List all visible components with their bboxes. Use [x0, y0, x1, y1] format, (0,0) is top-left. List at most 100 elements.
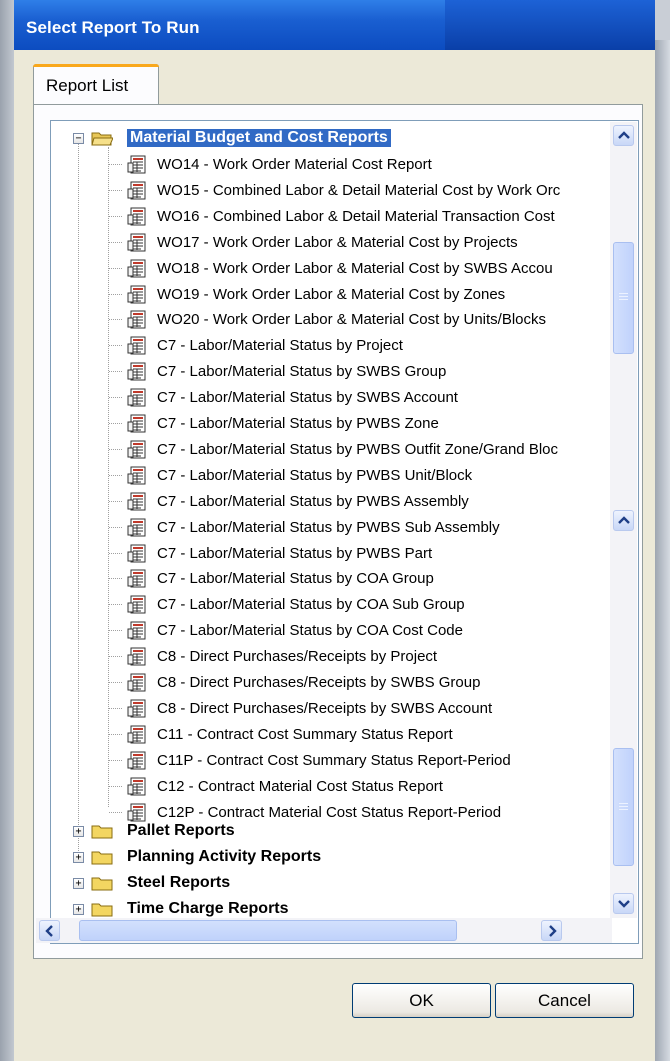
report-icon: [127, 440, 146, 459]
tree-item-report[interactable]: C7 - Labor/Material Status by PWBS Outfi…: [51, 437, 611, 462]
tree-item-report[interactable]: C12 - Contract Material Cost Status Repo…: [51, 774, 611, 799]
tree-connector: [109, 242, 122, 243]
report-icon: [127, 466, 146, 485]
scroll-up-button-lower[interactable]: [613, 510, 634, 531]
tree-item-report[interactable]: C7 - Labor/Material Status by PWBS Assem…: [51, 489, 611, 514]
tree-connector: [109, 786, 122, 787]
backdrop-right: [655, 40, 670, 1061]
expand-toggle[interactable]: +: [73, 852, 84, 863]
tree-item-label: C7 - Labor/Material Status by PWBS Sub A…: [157, 519, 500, 536]
tree-connector: [109, 578, 122, 579]
tree-item-label: WO14 - Work Order Material Cost Report: [157, 156, 432, 173]
backdrop-left: [0, 0, 14, 1061]
report-tree[interactable]: − Material Budget and Cost Reports WO14 …: [50, 120, 639, 944]
folder-icon: [91, 877, 113, 891]
tree-item-report[interactable]: C7 - Labor/Material Status by COA Group: [51, 566, 611, 591]
tab-report-list[interactable]: Report List: [33, 64, 159, 105]
tree-connector: [109, 604, 122, 605]
report-icon: [127, 725, 146, 744]
tree-item-label: C7 - Labor/Material Status by PWBS Unit/…: [157, 467, 473, 484]
tree-item-report[interactable]: WO20 - Work Order Labor & Material Cost …: [51, 307, 611, 332]
report-icon: [127, 310, 146, 329]
tree-item-label: WO15 - Combined Labor & Detail Material …: [157, 182, 561, 199]
cancel-button[interactable]: Cancel: [495, 983, 634, 1018]
tree-item-label: WO18 - Work Order Labor & Material Cost …: [157, 260, 553, 277]
tree-item-report[interactable]: C7 - Labor/Material Status by PWBS Unit/…: [51, 463, 611, 488]
tree-item-report[interactable]: WO19 - Work Order Labor & Material Cost …: [51, 282, 611, 307]
title-bar-shade: [445, 0, 655, 50]
report-icon: [127, 414, 146, 433]
tree-item-report[interactable]: C11 - Contract Cost Summary Status Repor…: [51, 722, 611, 747]
tree-item-report[interactable]: C7 - Labor/Material Status by PWBS Sub A…: [51, 515, 611, 540]
tree-item-report[interactable]: C7 - Labor/Material Status by COA Cost C…: [51, 618, 611, 643]
tree-item-report[interactable]: C7 - Labor/Material Status by Project: [51, 333, 611, 358]
tree-connector: [109, 216, 122, 217]
tree-item-report[interactable]: C8 - Direct Purchases/Receipts by SWBS G…: [51, 670, 611, 695]
tree-folder[interactable]: + Steel Reports: [51, 871, 611, 896]
tree-item-report[interactable]: C8 - Direct Purchases/Receipts by SWBS A…: [51, 696, 611, 721]
tree-item-report[interactable]: WO15 - Combined Labor & Detail Material …: [51, 178, 611, 203]
tree-connector: [109, 190, 122, 191]
scroll-down-button[interactable]: [613, 893, 634, 914]
vertical-scroll-thumb-upper[interactable]: [613, 242, 634, 354]
tree-connector: [109, 760, 122, 761]
tree-connector: [109, 501, 122, 502]
report-icon: [127, 181, 146, 200]
ok-button[interactable]: OK: [352, 983, 491, 1018]
chevron-up-icon: [618, 131, 630, 139]
tree-connector: [109, 656, 122, 657]
expand-toggle[interactable]: +: [73, 904, 84, 915]
tree-connector: [109, 423, 122, 424]
tree-item-label: WO16 - Combined Labor & Detail Material …: [157, 208, 555, 225]
horizontal-scroll-thumb[interactable]: [79, 920, 457, 941]
collapse-toggle[interactable]: −: [73, 133, 84, 144]
tree-folder[interactable]: + Planning Activity Reports: [51, 845, 611, 870]
report-icon: [127, 699, 146, 718]
tree-connector: [109, 164, 122, 165]
tree-folder-label: Planning Activity Reports: [127, 848, 322, 865]
tree-item-report[interactable]: WO16 - Combined Labor & Detail Material …: [51, 204, 611, 229]
horizontal-scrollbar[interactable]: [36, 918, 612, 943]
tree-folder-material-budget[interactable]: − Material Budget and Cost Reports: [51, 126, 611, 151]
tree-item-label: C7 - Labor/Material Status by PWBS Zone: [157, 415, 439, 432]
tree-item-label: C7 - Labor/Material Status by COA Cost C…: [157, 622, 463, 639]
expand-toggle[interactable]: +: [73, 878, 84, 889]
expand-toggle[interactable]: +: [73, 826, 84, 837]
tree-item-report[interactable]: WO14 - Work Order Material Cost Report: [51, 152, 611, 177]
tree-folder[interactable]: + Pallet Reports: [51, 819, 611, 844]
tree-folder-label: Material Budget and Cost Reports: [127, 129, 391, 147]
tree-item-report[interactable]: C7 - Labor/Material Status by SWBS Group: [51, 359, 611, 384]
scroll-right-button[interactable]: [541, 920, 562, 941]
report-icon: [127, 362, 146, 381]
tree-connector: [109, 294, 122, 295]
title-bar[interactable]: Select Report To Run: [14, 0, 655, 50]
tree-item-label: WO20 - Work Order Labor & Material Cost …: [157, 311, 547, 328]
tree-item-label: WO17 - Work Order Labor & Material Cost …: [157, 234, 518, 251]
chevron-right-icon: [549, 925, 557, 937]
tree-item-report[interactable]: WO17 - Work Order Labor & Material Cost …: [51, 230, 611, 255]
report-icon: [127, 673, 146, 692]
scroll-up-button[interactable]: [613, 125, 634, 146]
tree-connector: [109, 449, 122, 450]
tree-connector: [109, 527, 122, 528]
folder-open-icon: [91, 132, 113, 146]
chevron-up-icon: [618, 516, 630, 524]
tree-item-report[interactable]: C11P - Contract Cost Summary Status Repo…: [51, 748, 611, 773]
report-icon: [127, 336, 146, 355]
tree-item-report[interactable]: C7 - Labor/Material Status by SWBS Accou…: [51, 385, 611, 410]
tab-label: Report List: [46, 76, 129, 95]
tree-connector: [109, 268, 122, 269]
tree-item-report[interactable]: C8 - Direct Purchases/Receipts by Projec…: [51, 644, 611, 669]
tree-item-report[interactable]: C7 - Labor/Material Status by COA Sub Gr…: [51, 592, 611, 617]
tree-connector: [109, 371, 122, 372]
vertical-scroll-thumb[interactable]: [613, 748, 634, 866]
report-icon: [127, 233, 146, 252]
report-icon: [127, 155, 146, 174]
scroll-left-button[interactable]: [39, 920, 60, 941]
tree-folder-label: Time Charge Reports: [127, 900, 289, 917]
tree-item-report[interactable]: C7 - Labor/Material Status by PWBS Part: [51, 541, 611, 566]
tree-item-report[interactable]: C7 - Labor/Material Status by PWBS Zone: [51, 411, 611, 436]
tree-item-report[interactable]: WO18 - Work Order Labor & Material Cost …: [51, 256, 611, 281]
vertical-scrollbar[interactable]: [610, 122, 637, 918]
report-icon: [127, 621, 146, 640]
